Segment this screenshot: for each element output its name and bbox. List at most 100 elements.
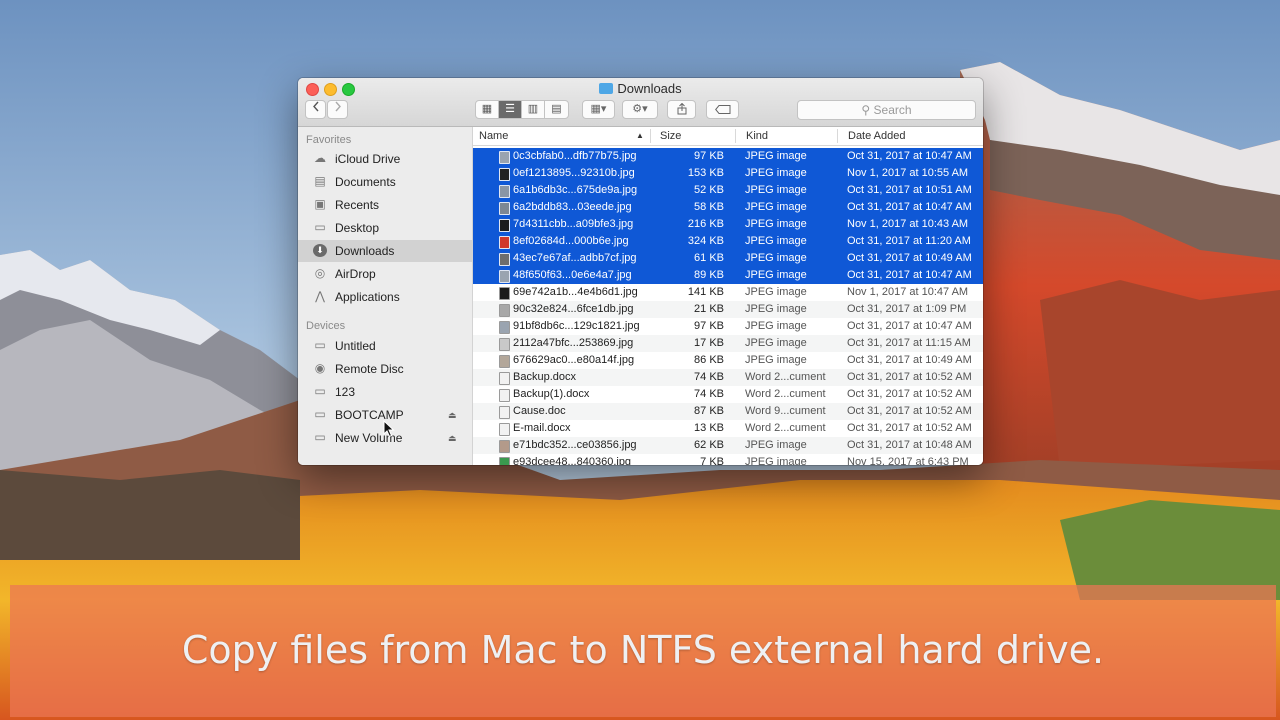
- tag-icon: [714, 105, 730, 114]
- image-file-icon: [499, 304, 510, 317]
- file-name: 676629ac0...e80a14f.jpg: [513, 354, 635, 366]
- file-row[interactable]: 48f650f63...0e6e4a7.jpg 89 KB JPEG image Oc…: [473, 267, 983, 284]
- action-button[interactable]: ⚙▾: [622, 100, 658, 119]
- sidebar-item-123[interactable]: ▭ 123: [298, 381, 472, 403]
- file-size: 7 KB: [700, 456, 724, 465]
- sidebar-item-applications[interactable]: ⋀ Applications: [298, 286, 472, 308]
- sidebar-item-documents[interactable]: ▤ Documents: [298, 171, 472, 193]
- file-kind: JPEG image: [745, 286, 807, 298]
- file-row[interactable]: 91bf8db6c...129c1821.jpg 97 KB JPEG image O…: [473, 318, 983, 335]
- file-date-added: Oct 31, 2017 at 10:52 AM: [847, 422, 972, 434]
- image-file-icon: [499, 253, 510, 266]
- sidebar-item-downloads[interactable]: ⬇ Downloads: [298, 240, 472, 262]
- file-name: 6a1b6db3c...675de9a.jpg: [513, 184, 638, 196]
- desktop-icon: ▭: [314, 220, 326, 234]
- file-row[interactable]: e93dcee48...840360.jpg 7 KB JPEG image Nov …: [473, 454, 983, 465]
- share-button[interactable]: [667, 100, 696, 119]
- file-name: e93dcee48...840360.jpg: [513, 456, 632, 465]
- file-row[interactable]: 6a2bddb83...03eede.jpg 58 KB JPEG image Oct…: [473, 199, 983, 216]
- file-row[interactable]: Backup.docx 74 KB Word 2...cument Oct 31, 2…: [473, 369, 983, 386]
- file-row[interactable]: 43ec7e67af...adbb7cf.jpg 61 KB JPEG image O…: [473, 250, 983, 267]
- sidebar-item-label: AirDrop: [335, 267, 376, 281]
- file-name: E-mail.docx: [513, 422, 571, 434]
- list-view-button[interactable]: ☰: [499, 101, 522, 118]
- file-name: Backup(1).docx: [513, 388, 590, 400]
- file-size: 74 KB: [694, 371, 724, 383]
- file-name: 7d4311cbb...a09bfe3.jpg: [513, 218, 634, 230]
- file-row[interactable]: 69e742a1b...4e4b6d1.jpg 141 KB JPEG image N…: [473, 284, 983, 301]
- file-row[interactable]: e71bdc352...ce03856.jpg 62 KB JPEG image Oc…: [473, 437, 983, 454]
- view-mode-selector: ▦ ☰ ▥ ▤: [475, 100, 569, 119]
- file-date-added: Oct 31, 2017 at 10:47 AM: [847, 150, 972, 162]
- file-name: 90c32e824...6fce1db.jpg: [513, 303, 634, 315]
- size-column-header[interactable]: Size: [660, 130, 681, 142]
- forward-button[interactable]: [327, 100, 348, 119]
- file-kind: JPEG image: [745, 354, 807, 366]
- file-row[interactable]: E-mail.docx 13 KB Word 2...cument Oct 31, 2…: [473, 420, 983, 437]
- sidebar-item-recents[interactable]: ▣ Recents: [298, 194, 472, 216]
- file-row[interactable]: 8ef02684d...000b6e.jpg 324 KB JPEG image Oc…: [473, 233, 983, 250]
- icon-view-icon: ▦: [481, 103, 493, 115]
- search-icon: ⚲: [861, 103, 871, 117]
- file-row[interactable]: Cause.doc 87 KB Word 9...cument Oct 31, 201…: [473, 403, 983, 420]
- file-row[interactable]: 2112a47bfc...253869.jpg 17 KB JPEG image Oc…: [473, 335, 983, 352]
- column-view-icon: ▥: [527, 103, 539, 115]
- sidebar-item-remote-disc[interactable]: ◉ Remote Disc: [298, 358, 472, 380]
- file-row[interactable]: 0ef1213895...92310b.jpg 153 KB JPEG image N…: [473, 165, 983, 182]
- sidebar-item-airdrop[interactable]: ◎ AirDrop: [298, 263, 472, 285]
- file-date-added: Nov 1, 2017 at 10:43 AM: [847, 218, 969, 230]
- column-view-button[interactable]: ▥: [522, 101, 545, 118]
- sort-ascending-icon: ▲: [636, 131, 644, 140]
- eject-icon[interactable]: ⏏: [448, 404, 457, 426]
- kind-column-header[interactable]: Kind: [746, 130, 768, 142]
- file-row[interactable]: 7d4311cbb...a09bfe3.jpg 216 KB JPEG image N…: [473, 216, 983, 233]
- list-header: Name ▲ Size Kind Date Added: [473, 127, 983, 146]
- file-name: 48f650f63...0e6e4a7.jpg: [513, 269, 632, 281]
- file-kind: JPEG image: [745, 269, 807, 281]
- file-row[interactable]: 90c32e824...6fce1db.jpg 21 KB JPEG image Oc…: [473, 301, 983, 318]
- image-file-icon: [499, 321, 510, 334]
- sidebar-item-untitled[interactable]: ▭ Untitled: [298, 335, 472, 357]
- file-kind: JPEG image: [745, 218, 807, 230]
- eject-icon[interactable]: ⏏: [448, 427, 457, 449]
- image-file-icon: [499, 270, 510, 283]
- file-size: 86 KB: [694, 354, 724, 366]
- file-kind: JPEG image: [745, 184, 807, 196]
- file-date-added: Oct 31, 2017 at 10:52 AM: [847, 388, 972, 400]
- file-row[interactable]: 676629ac0...e80a14f.jpg 86 KB JPEG image Oc…: [473, 352, 983, 369]
- file-name: e71bdc352...ce03856.jpg: [513, 439, 637, 451]
- search-placeholder: Search: [873, 103, 912, 117]
- sidebar-item-label: Recents: [335, 198, 380, 212]
- file-name: 91bf8db6c...129c1821.jpg: [513, 320, 640, 332]
- search-input[interactable]: ⚲ Search: [797, 100, 976, 120]
- file-date-added: Oct 31, 2017 at 11:20 AM: [847, 235, 971, 247]
- file-size: 97 KB: [694, 150, 724, 162]
- file-kind: JPEG image: [745, 235, 807, 247]
- sidebar-item-label: 123: [335, 385, 356, 399]
- drive-icon: ▭: [314, 430, 326, 444]
- file-size: 61 KB: [694, 252, 724, 264]
- sidebar-item-desktop[interactable]: ▭ Desktop: [298, 217, 472, 239]
- sidebar-item-label: Documents: [335, 175, 396, 189]
- file-kind: JPEG image: [745, 439, 807, 451]
- date-added-column-header[interactable]: Date Added: [848, 130, 906, 142]
- file-row[interactable]: 0c3cbfab0...dfb77b75.jpg 97 KB JPEG image O…: [473, 148, 983, 165]
- list-view-icon: ☰: [505, 103, 515, 115]
- icon-view-button[interactable]: ▦: [476, 101, 499, 118]
- file-name: 8ef02684d...000b6e.jpg: [513, 235, 629, 247]
- file-size: 216 KB: [687, 218, 724, 230]
- sidebar-item-icloud-drive[interactable]: ☁ iCloud Drive: [298, 148, 472, 170]
- file-date-added: Oct 31, 2017 at 10:47 AM: [847, 269, 972, 281]
- file-row[interactable]: Backup(1).docx 74 KB Word 2...cument Oct 31…: [473, 386, 983, 403]
- sidebar-item-label: Desktop: [335, 221, 380, 235]
- file-row[interactable]: 6a1b6db3c...675de9a.jpg 52 KB JPEG image Oc…: [473, 182, 983, 199]
- cover-flow-button[interactable]: ▤: [545, 101, 568, 118]
- file-name: 6a2bddb83...03eede.jpg: [513, 201, 632, 213]
- finder-window: Downloads ▦ ☰ ▥ ▤ ▦▾ ⚙▾ ⚲ Search Favorit…: [298, 78, 983, 465]
- arrange-button[interactable]: ▦▾: [582, 100, 615, 119]
- name-column-header[interactable]: Name: [479, 130, 508, 142]
- tags-button[interactable]: [706, 100, 739, 119]
- recents-icon: ▣: [314, 197, 326, 211]
- document-file-icon: [499, 423, 510, 436]
- back-button[interactable]: [305, 100, 326, 119]
